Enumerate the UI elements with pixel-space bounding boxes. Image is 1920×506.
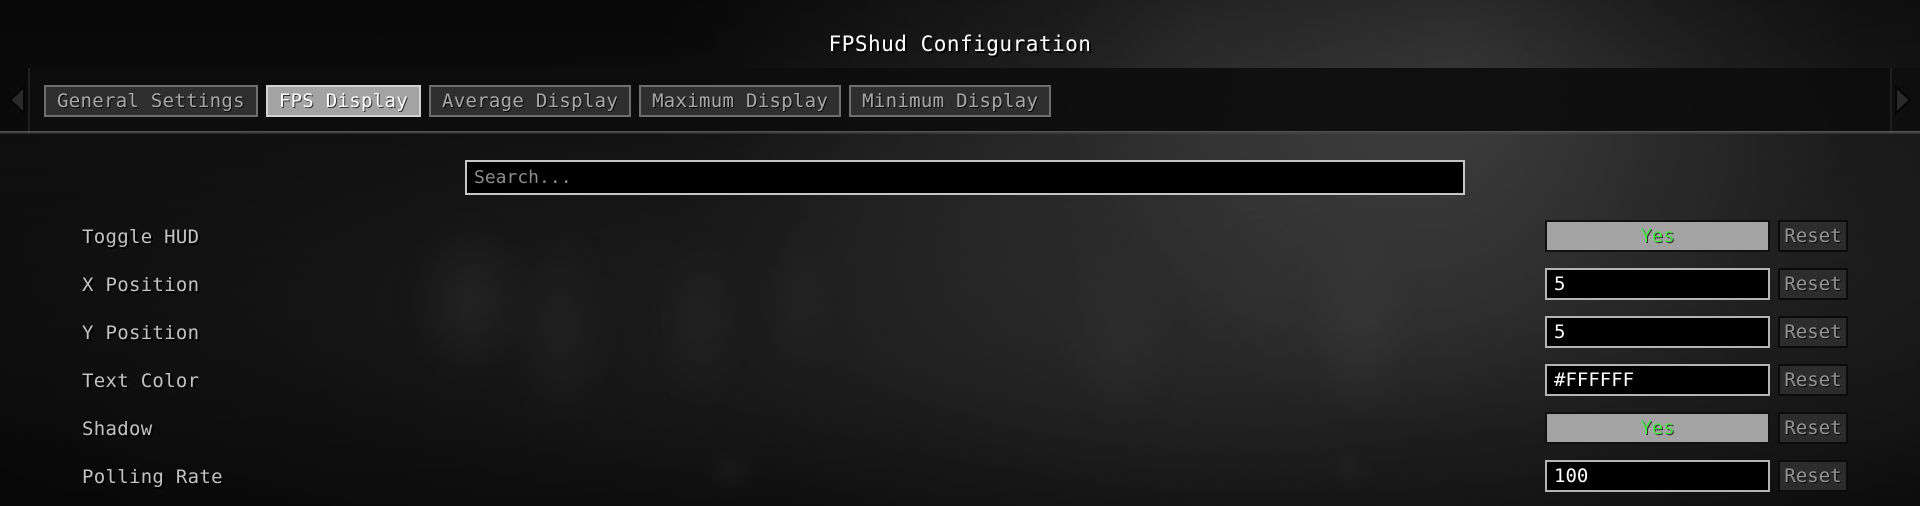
setting-text-field[interactable]: 5 (1545, 268, 1770, 300)
setting-row: X Position 5 Reset (0, 261, 1920, 309)
tab-maximum-display[interactable]: Maximum Display (639, 84, 842, 117)
setting-reset-button[interactable]: Reset (1778, 460, 1848, 492)
triangle-right-icon (1895, 85, 1912, 115)
setting-label: Toggle HUD (82, 226, 200, 248)
next-tab-page-button[interactable] (1890, 74, 1916, 126)
prev-tab-page-button[interactable] (4, 74, 30, 126)
setting-control-group: 5 Reset (1545, 316, 1848, 348)
tab-average-display[interactable]: Average Display (428, 84, 632, 117)
setting-control-group: Yes Reset (1545, 220, 1848, 252)
setting-text-field[interactable]: 100 (1545, 460, 1770, 492)
search-placeholder: Search... (474, 167, 572, 188)
setting-reset-button[interactable]: Reset (1778, 220, 1848, 252)
setting-row: Y Position 5 Reset (0, 309, 1920, 357)
page-title: FPShud Configuration (828, 32, 1092, 56)
setting-row: Polling Rate 100 Reset (0, 453, 1920, 501)
tab-general-settings[interactable]: General Settings (44, 84, 258, 117)
setting-row: Shadow Yes Reset (0, 405, 1920, 453)
setting-label: Polling Rate (82, 466, 223, 488)
setting-reset-button[interactable]: Reset (1778, 268, 1848, 300)
tab-list: General Settings FPS Display Average Displ… (28, 68, 1892, 133)
setting-label: X Position (82, 274, 200, 296)
setting-row: Text Color #FFFFFF Reset (0, 357, 1920, 405)
triangle-left-icon (8, 85, 25, 115)
setting-label: Shadow (82, 418, 153, 440)
setting-control-group: Yes Reset (1545, 412, 1848, 444)
tab-fps-display[interactable]: FPS Display (265, 84, 421, 117)
setting-reset-button[interactable]: Reset (1778, 412, 1848, 444)
header-divider (0, 131, 1920, 134)
setting-text-field[interactable]: 5 (1545, 316, 1770, 348)
tab-bar: General Settings FPS Display Average Displ… (0, 68, 1920, 133)
tab-minimum-display[interactable]: Minimum Display (849, 84, 1052, 117)
setting-row: Toggle HUD Yes Reset (0, 213, 1920, 261)
config-screen: FPShud Configuration General Settings FPS… (0, 0, 1920, 506)
settings-list: Toggle HUD Yes Reset X Position 5 Reset Y Posi… (0, 213, 1920, 501)
setting-control-group: 100 Reset (1545, 460, 1848, 492)
setting-toggle-button[interactable]: Yes (1545, 412, 1770, 444)
setting-label: Y Position (82, 322, 200, 344)
setting-control-group: 5 Reset (1545, 268, 1848, 300)
setting-toggle-button[interactable]: Yes (1545, 220, 1770, 252)
setting-reset-button[interactable]: Reset (1778, 316, 1848, 348)
setting-control-group: #FFFFFF Reset (1545, 364, 1848, 396)
setting-label: Text Color (82, 370, 200, 392)
search-input[interactable]: Search... (465, 160, 1465, 195)
setting-text-field[interactable]: #FFFFFF (1545, 364, 1770, 396)
setting-reset-button[interactable]: Reset (1778, 364, 1848, 396)
